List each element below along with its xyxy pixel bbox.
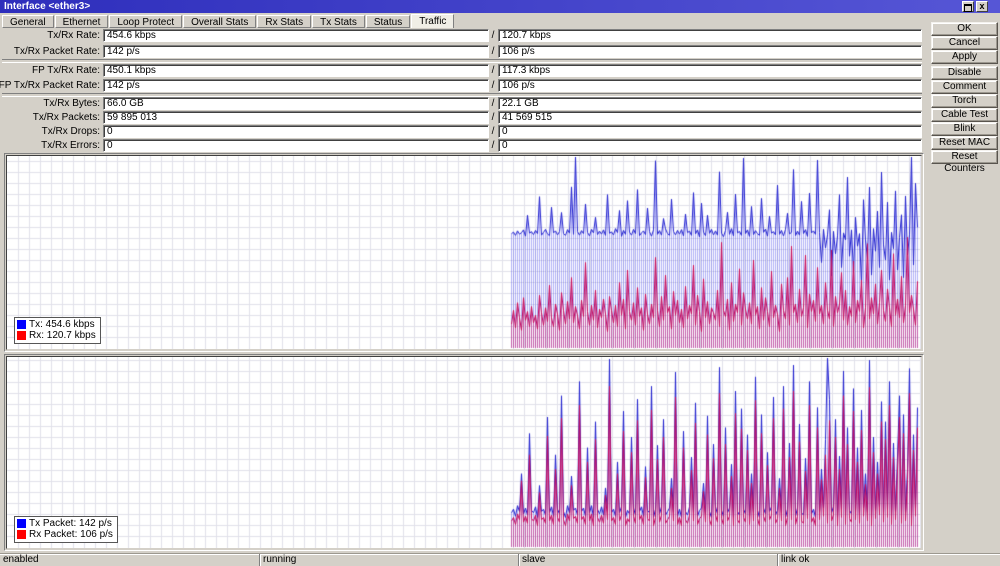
cable-test-button[interactable]: Cable Test bbox=[931, 108, 998, 122]
tx-rx-drops-label: Tx/Rx Drops: bbox=[42, 126, 100, 137]
traffic-rate-legend: Tx: 454.6 kbpsRx: 120.7 kbps bbox=[14, 317, 101, 344]
tx-rx-bytes-tx-input[interactable]: 66.0 GB bbox=[103, 97, 489, 110]
fp-tx-rx-rate-label: FP Tx/Rx Rate: bbox=[32, 65, 100, 76]
close-icon: x bbox=[979, 1, 984, 11]
tx-rx-drops-rx-input[interactable]: 0 bbox=[498, 125, 922, 138]
legend-swatch bbox=[17, 331, 26, 340]
tab-status[interactable]: Status bbox=[366, 15, 410, 28]
legend-text: Rx Packet: 106 p/s bbox=[29, 529, 113, 540]
status-link-ok: link ok bbox=[777, 554, 1000, 566]
tab-bar: GeneralEthernetLoop ProtectOverall Stats… bbox=[2, 14, 455, 28]
status-slave: slave bbox=[518, 554, 777, 566]
close-button[interactable]: x bbox=[976, 1, 988, 12]
tx-rx-drops-tx-input[interactable]: 0 bbox=[103, 125, 489, 138]
tx-rx-packets-label: Tx/Rx Packets: bbox=[33, 112, 100, 123]
interface-dialog-window: Interface <ether3> x GeneralEthernetLoop… bbox=[0, 0, 1000, 566]
fp-tx-rx-rate-rx-input[interactable]: 117.3 kbps bbox=[498, 64, 922, 77]
fp-tx-rx-packet-rate-tx-input[interactable]: 142 p/s bbox=[103, 79, 489, 92]
tx-rx-packet-rate-rx-input[interactable]: 106 p/s bbox=[498, 45, 922, 58]
legend-row: Tx Packet: 142 p/s bbox=[17, 518, 113, 529]
tx-rx-packet-rate-label: Tx/Rx Packet Rate: bbox=[14, 46, 100, 57]
tx-rx-packets-rx-input[interactable]: 41 569 515 bbox=[498, 111, 922, 124]
tx-rx-rate-label: Tx/Rx Rate: bbox=[47, 30, 100, 41]
fp-tx-rx-rate-separator: / bbox=[490, 65, 496, 76]
fp-tx-rx-rate-tx-input[interactable]: 450.1 kbps bbox=[103, 64, 489, 77]
tx-rx-bytes-separator: / bbox=[490, 98, 496, 109]
fp-tx-rx-packet-rate-rx-input[interactable]: 106 p/s bbox=[498, 79, 922, 92]
packet-rate-chart: Tx Packet: 142 p/sRx Packet: 106 p/s bbox=[4, 354, 924, 551]
legend-row: Tx: 454.6 kbps bbox=[17, 319, 96, 330]
tx-rx-rate-rx-input[interactable]: 120.7 kbps bbox=[498, 29, 922, 42]
packet-rate-chart-area: Tx Packet: 142 p/sRx Packet: 106 p/s bbox=[6, 356, 922, 549]
torch-button[interactable]: Torch bbox=[931, 94, 998, 108]
tab-ethernet[interactable]: Ethernet bbox=[55, 15, 109, 28]
tx-rx-bytes-label: Tx/Rx Bytes: bbox=[43, 98, 100, 109]
tx-rx-rate-tx-input[interactable]: 454.6 kbps bbox=[103, 29, 489, 42]
ok-button[interactable]: OK bbox=[931, 22, 998, 36]
tx-rx-bytes-rx-input[interactable]: 22.1 GB bbox=[498, 97, 922, 110]
traffic-rate-graph bbox=[7, 156, 921, 349]
packet-rate-graph bbox=[7, 357, 921, 548]
tab-overall-stats[interactable]: Overall Stats bbox=[183, 15, 256, 28]
rollup-button[interactable] bbox=[962, 1, 974, 12]
legend-swatch bbox=[17, 530, 26, 539]
tx-rx-drops-separator: / bbox=[490, 126, 496, 137]
fp-tx-rx-packet-rate-separator: / bbox=[490, 80, 496, 91]
tab-traffic[interactable]: Traffic bbox=[411, 14, 454, 28]
cancel-button[interactable]: Cancel bbox=[931, 36, 998, 50]
status-running: running bbox=[259, 554, 518, 566]
legend-swatch bbox=[17, 519, 26, 528]
comment-button[interactable]: Comment bbox=[931, 80, 998, 94]
legend-text: Tx Packet: 142 p/s bbox=[29, 518, 112, 529]
tx-rx-packets-separator: / bbox=[490, 112, 496, 123]
fp-tx-rx-packet-rate-label: FP Tx/Rx Packet Rate: bbox=[0, 80, 100, 91]
tab-general[interactable]: General bbox=[2, 15, 54, 28]
tx-rx-packet-rate-tx-input[interactable]: 142 p/s bbox=[103, 45, 489, 58]
tx-rx-packet-rate-separator: / bbox=[490, 46, 496, 57]
traffic-rate-chart-area: Tx: 454.6 kbpsRx: 120.7 kbps bbox=[6, 155, 922, 350]
rollup-icon bbox=[964, 4, 972, 12]
tx-rx-errors-label: Tx/Rx Errors: bbox=[41, 140, 100, 151]
reset-mac-address-button[interactable]: Reset MAC Address bbox=[931, 136, 998, 150]
legend-text: Tx: 454.6 kbps bbox=[29, 319, 95, 330]
tx-rx-errors-separator: / bbox=[490, 140, 496, 151]
apply-button[interactable]: Apply bbox=[931, 50, 998, 64]
legend-text: Rx: 120.7 kbps bbox=[29, 330, 96, 341]
title-bar[interactable]: Interface <ether3> x bbox=[0, 0, 1000, 13]
legend-swatch bbox=[17, 320, 26, 329]
blink-button[interactable]: Blink bbox=[931, 122, 998, 136]
tx-rx-rate-separator: / bbox=[490, 30, 496, 41]
legend-row: Rx: 120.7 kbps bbox=[17, 330, 96, 341]
tx-rx-errors-tx-input[interactable]: 0 bbox=[103, 139, 489, 152]
window-title: Interface <ether3> bbox=[4, 1, 90, 12]
group-divider bbox=[2, 59, 922, 63]
packet-rate-legend: Tx Packet: 142 p/sRx Packet: 106 p/s bbox=[14, 516, 118, 543]
legend-row: Rx Packet: 106 p/s bbox=[17, 529, 113, 540]
status-bar: enabledrunningslavelink ok bbox=[0, 553, 1000, 566]
tx-rx-packets-tx-input[interactable]: 59 895 013 bbox=[103, 111, 489, 124]
tab-loop-protect[interactable]: Loop Protect bbox=[109, 15, 182, 28]
disable-button[interactable]: Disable bbox=[931, 66, 998, 80]
traffic-rate-chart: Tx: 454.6 kbpsRx: 120.7 kbps bbox=[4, 153, 924, 352]
tab-tx-stats[interactable]: Tx Stats bbox=[312, 15, 365, 28]
status-enabled: enabled bbox=[0, 554, 259, 566]
reset-counters-button[interactable]: Reset Counters bbox=[931, 150, 998, 164]
tab-rx-stats[interactable]: Rx Stats bbox=[257, 15, 311, 28]
tx-rx-errors-rx-input[interactable]: 0 bbox=[498, 139, 922, 152]
group-divider bbox=[2, 93, 922, 97]
